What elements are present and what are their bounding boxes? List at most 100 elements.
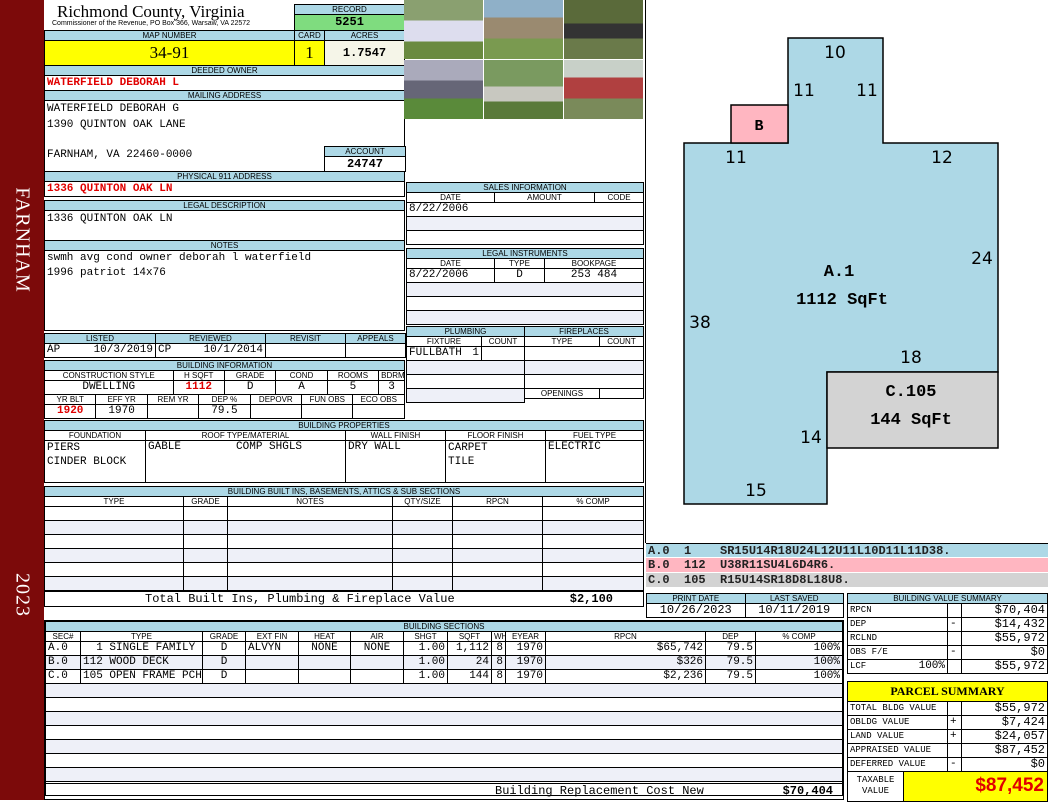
builtin-cell: [227, 520, 393, 535]
fuel-type: ELECTRIC: [545, 440, 644, 483]
builtins-total-label: Total Built Ins, Plumbing & Fireplace Va…: [145, 592, 455, 606]
notes-label: NOTES: [45, 241, 404, 251]
section-cell: [45, 739, 843, 754]
replacement-row: Building Replacement Cost New $70,404: [45, 783, 843, 799]
builtin-row: [44, 562, 644, 577]
property-photo[interactable]: [404, 60, 483, 119]
parcel-sign: -: [947, 757, 962, 772]
property-photo[interactable]: [564, 60, 643, 119]
section-cell: 8: [491, 655, 506, 670]
section-cell: ALVYN: [245, 641, 299, 656]
legal-description-box: LEGAL DESCRIPTION 1336 QUINTON OAK LN: [44, 200, 405, 241]
account-label: ACCOUNT: [325, 147, 405, 157]
col-header: TYPE: [80, 631, 203, 642]
building-sketch[interactable]: 10 11 11 11 12 24 38 18 14 15 B A.1 1112…: [646, 0, 1050, 543]
floor-finish: CARPET TILE: [445, 440, 546, 483]
section-row-empty: [45, 711, 843, 726]
parcel-value: $24,057: [961, 729, 1048, 744]
properties-title: BUILDING PROPERTIES: [44, 420, 644, 431]
parcel-value: $0: [961, 757, 1048, 772]
section-cell: 1.00: [403, 641, 448, 656]
sale-date: 8/22/2006: [406, 202, 644, 217]
bi-label: CONSTRUCTION STYLE: [44, 370, 174, 381]
appeals-label: APPEALS: [345, 333, 406, 344]
builtin-cell: [392, 576, 453, 591]
section-cell: NONE: [350, 641, 404, 656]
section-cell: 100%: [755, 669, 843, 684]
builtin-cell: [44, 562, 184, 577]
col-header: FLOOR FINISH: [445, 430, 546, 441]
section-cell: [45, 767, 843, 782]
property-photo[interactable]: [564, 0, 643, 59]
roof-type: GABLE: [148, 441, 182, 454]
col-header: WALL FINISH: [345, 430, 446, 441]
dim-label: 18: [900, 348, 922, 368]
section-cell: 100%: [755, 641, 843, 656]
bvs-label-text: OBS F/E: [850, 647, 888, 657]
section-cell: [45, 725, 843, 740]
builtin-cell: [542, 534, 644, 549]
taxable-row: TAXABLE VALUE $87,452: [847, 772, 1048, 802]
builtin-cell: [227, 506, 393, 521]
openings-label: OPENINGS: [524, 388, 600, 399]
building-properties: BUILDING PROPERTIES FOUNDATION ROOF TYPE/…: [44, 420, 644, 483]
col-header: GRADE: [202, 631, 246, 642]
parcel-row: TOTAL BLDG VALUE $55,972: [847, 701, 1048, 716]
instrument-row-empty: [406, 282, 644, 297]
property-photo[interactable]: [484, 60, 563, 119]
builtin-row: [44, 576, 644, 591]
bi-label: BDRMS: [378, 370, 405, 381]
section-cell: 1 SINGLE FAMILY: [80, 641, 203, 656]
col-header: BOOKPAGE: [544, 258, 644, 269]
parcel-row: APPRAISED VALUE $87,452: [847, 743, 1048, 758]
floor-item: TILE: [448, 456, 475, 468]
listing-table: LISTED REVIEWED REVISIT APPEALS AP 10/3/2019…: [44, 333, 406, 358]
section-cell: 8: [491, 641, 506, 656]
section-cell: 1.00: [403, 655, 448, 670]
section-row[interactable]: B.0 112 WOOD DECK D 1.00 24 8 1970 $326 79.5 100%: [45, 655, 843, 670]
builtin-cell: [44, 548, 184, 563]
appeals-value: [345, 343, 406, 358]
legal-instruments: LEGAL INSTRUMENTS DATE TYPE BOOKPAGE 8/22/…: [406, 248, 644, 325]
print-date: 10/26/2023: [646, 603, 746, 618]
section-cell: 1970: [505, 655, 546, 670]
bvs-value: $55,972: [961, 631, 1048, 646]
legal-description-label: LEGAL DESCRIPTION: [45, 201, 404, 211]
builtin-cell: [452, 576, 543, 591]
section-row-empty: [45, 767, 843, 782]
col-header: TYPE: [494, 258, 545, 269]
photo-gallery: [404, 0, 645, 120]
parcel-sign: [947, 701, 962, 716]
instrument-row-empty: [406, 310, 644, 325]
builtin-cell: [183, 562, 228, 577]
bvs-pct: 100%: [918, 660, 945, 673]
property-photo[interactable]: [484, 0, 563, 59]
taxable-label: TAXABLE VALUE: [848, 772, 904, 801]
bi-label: GRADE: [223, 370, 277, 381]
reviewed-by: CP: [158, 344, 172, 357]
col-header: FUEL TYPE: [545, 430, 644, 441]
bvs-row: OBS F/E - $0: [847, 645, 1048, 660]
fun-obs: [301, 404, 354, 419]
section-cell: 1970: [505, 669, 546, 684]
col-header: GRADE: [183, 496, 228, 507]
section-row[interactable]: C.0 105 OPEN FRAME PCH D 1.00 144 8 1970 $2,236…: [45, 669, 843, 684]
section-cell: 79.5: [705, 655, 756, 670]
section-row[interactable]: A.0 1 SINGLE FAMILY D ALVYN NONE NONE 1.00 1,1…: [45, 641, 843, 656]
col-header: RPCN: [545, 631, 706, 642]
bvs-label: RCLND: [847, 631, 948, 646]
bi-label: EFF YR: [95, 394, 148, 405]
section-cell: [245, 669, 299, 684]
parcel-value: $55,972: [961, 701, 1048, 716]
col-header: EXT FIN: [245, 631, 299, 642]
listed-by: AP: [47, 344, 61, 357]
builtin-cell: [542, 562, 644, 577]
dim-label: 12: [931, 148, 953, 168]
section-cell: [45, 683, 843, 698]
section-a-label: A.1: [824, 263, 855, 282]
sale-row-empty: [406, 216, 644, 231]
builtin-row: [44, 520, 644, 535]
dim-label: 38: [689, 313, 711, 333]
property-photo[interactable]: [404, 0, 483, 59]
sketch-panel: 10 11 11 11 12 24 38 18 14 15 B A.1 1112…: [645, 0, 1050, 543]
